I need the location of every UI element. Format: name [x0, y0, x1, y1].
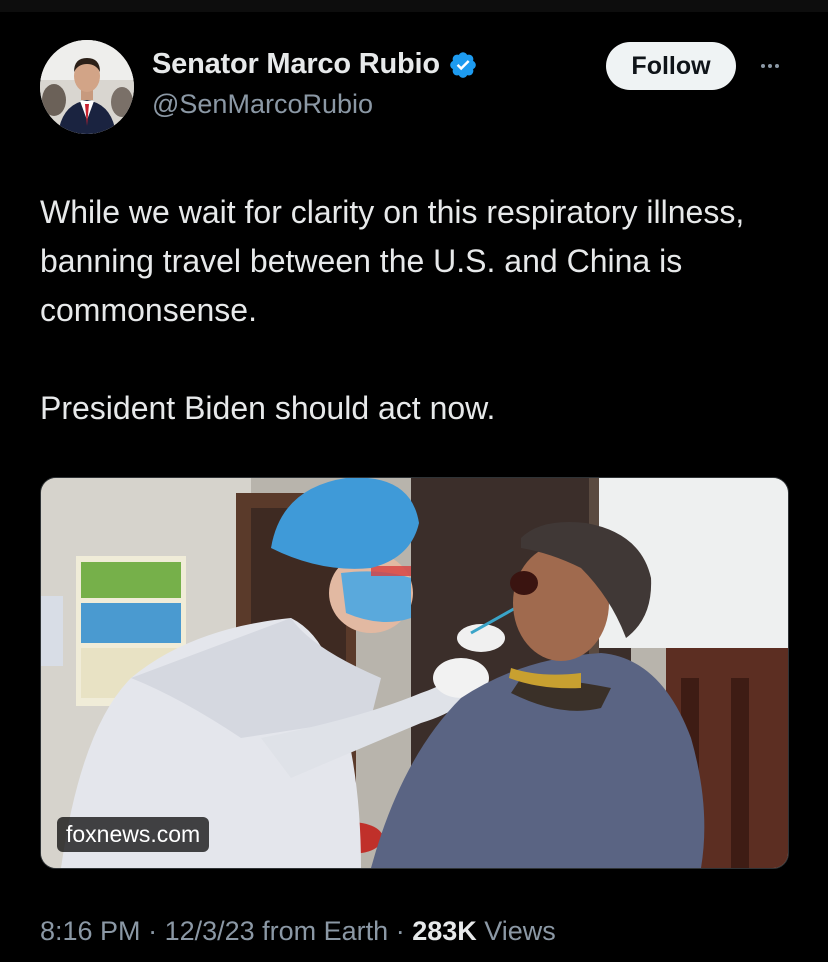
tweet-time[interactable]: 8:16 PM [40, 916, 141, 946]
author-handle[interactable]: @SenMarcoRubio [152, 89, 373, 120]
link-card-image [41, 478, 788, 868]
more-dot [775, 64, 779, 68]
tweet-paragraph: President Biden should act now. [40, 390, 496, 426]
meta-separator: · [388, 916, 413, 946]
author-name-row: Senator Marco Rubio [152, 48, 478, 81]
link-card-domain: foxnews.com [57, 817, 210, 852]
views-label: Views [476, 916, 556, 946]
more-icon[interactable] [752, 52, 788, 80]
tweet-text: While we wait for clarity on this respir… [40, 188, 800, 433]
avatar[interactable] [40, 40, 134, 134]
link-card[interactable]: foxnews.com [40, 477, 789, 869]
tweet-date[interactable]: 12/3/23 [165, 916, 255, 946]
more-dot [768, 64, 772, 68]
verified-badge-icon [450, 51, 476, 78]
tweet-location: from Earth [254, 916, 389, 946]
tweet-meta: 8:16 PM · 12/3/23 from Earth · 283K View… [40, 916, 556, 947]
status-strip [0, 0, 828, 12]
follow-button[interactable]: Follow [606, 42, 736, 90]
avatar-photo [40, 40, 134, 134]
views-count[interactable]: 283K [412, 916, 477, 946]
tweet-paragraph: While we wait for clarity on this respir… [40, 194, 745, 328]
author-name[interactable]: Senator Marco Rubio [152, 48, 440, 81]
more-dot [761, 64, 765, 68]
meta-separator: · [140, 916, 165, 946]
